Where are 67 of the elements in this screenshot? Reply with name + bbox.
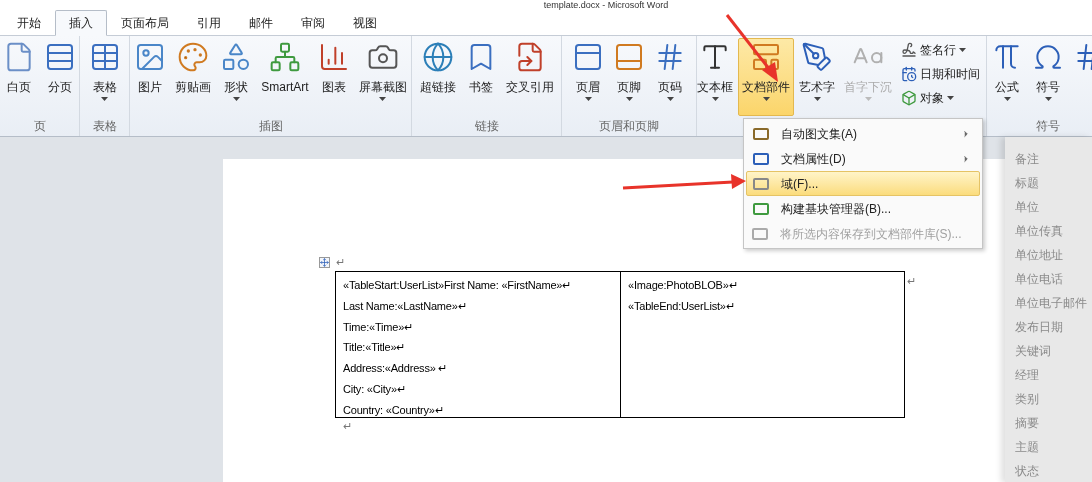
window-title: template.docx - Microsoft Word [543,0,669,10]
ribbon-button[interactable]: 签名行 [901,39,990,60]
menu-item[interactable]: 域(F)... [746,171,980,196]
ribbon-button[interactable]: 分页 [40,38,80,116]
document-parts-icon [750,41,782,73]
ribbon-tab[interactable]: 引用 [183,10,235,36]
ribbon-button[interactable]: 对象 [901,87,990,108]
ribbon-button[interactable]: 超链接 [415,38,460,116]
globe-icon [421,41,454,73]
group-label: 符号 [1036,118,1060,135]
ribbon-button[interactable]: 页脚 [609,38,649,116]
ribbon-button[interactable]: 图片 [130,38,171,116]
group-label: 链接 [474,118,499,135]
diagram-icon [269,41,301,73]
ribbon-button[interactable]: 公式 [987,38,1027,116]
ribbon-button[interactable]: 日期和时间 [901,63,990,84]
ribbon-tab[interactable]: 邮件 [235,10,287,36]
object-icon [901,89,917,106]
ribbon-tab[interactable]: 开始 [3,10,55,36]
merge-field-line: Country: «Country»↵ [343,402,445,418]
field-icon [753,176,769,191]
merge-field-line: Address:«Address» ↵ [343,361,449,377]
group-label: 页 [33,118,46,135]
ribbon-tab[interactable]: 视图 [339,10,391,36]
ribbon-button[interactable]: SmartArt [257,38,313,116]
merge-field-line: «Image:PhotoBLOB»↵ [628,278,739,293]
ribbon-tab[interactable]: 审阅 [287,10,339,36]
ribbon-tab[interactable]: 插入 [55,10,107,36]
menu-item[interactable]: 文档属性(D) [746,146,980,171]
ribbon-button[interactable]: 文本框 [693,38,737,116]
merge-field-line: Last Name:«LastName»↵ [343,298,468,314]
menu-item[interactable]: 构建基块管理器(B)... [746,196,980,221]
page-break-icon [44,41,76,73]
signature-icon [901,41,917,58]
merge-field-line: «TableEnd:UserList»↵ [628,298,736,314]
merge-field-line: Title:«Title»↵ [343,340,407,356]
ribbon-button[interactable]: 屏幕截图 [354,38,411,116]
ribbon-tab[interactable]: 页面布局 [107,10,183,36]
ribbon-button[interactable]: 交叉引用 [501,38,558,116]
group-label: 插图 [258,118,283,135]
header-icon [572,41,604,73]
calendar-icon [901,65,917,82]
ribbon-button[interactable]: 书签 [460,38,501,116]
ribbon-button[interactable]: 白页 [0,38,39,116]
group-label: 页眉和页脚 [599,118,659,135]
ribbon-button[interactable]: 符号 [1028,38,1068,116]
ribbon-button[interactable]: 表格 [84,38,125,116]
ribbon-button[interactable]: 图表 [313,38,354,116]
paragraph-mark: ↵ [907,274,916,289]
ribbon-button[interactable]: 页眉 [568,38,608,116]
group-label: 表格 [92,118,117,135]
merge-field-line: City: «City»↵ [343,382,407,397]
paragraph-mark: ↵ [343,419,353,434]
clip-art-icon [177,41,210,73]
menu-item[interactable]: 自动图文集(A) [746,121,980,146]
move-handle-icon[interactable] [319,256,330,268]
merge-field-line: Time:«Time»↵ [343,319,414,335]
paragraph-mark: ↵ [336,255,345,269]
annotation-arrow [725,14,778,82]
ribbon-button[interactable]: 艺术字 [795,38,839,116]
ribbon-button[interactable]: 页码 [650,38,690,116]
ribbon-button[interactable]: 剪贴画 [171,38,216,116]
merge-field-line: «TableStart:UserList»First Name: «FirstName»↵ [343,278,572,293]
ribbon-button[interactable]: 文档部件 [738,38,794,116]
footer-icon [613,41,645,73]
ribbon-button[interactable]: 形状 [216,38,257,116]
letter-icon [801,41,833,73]
